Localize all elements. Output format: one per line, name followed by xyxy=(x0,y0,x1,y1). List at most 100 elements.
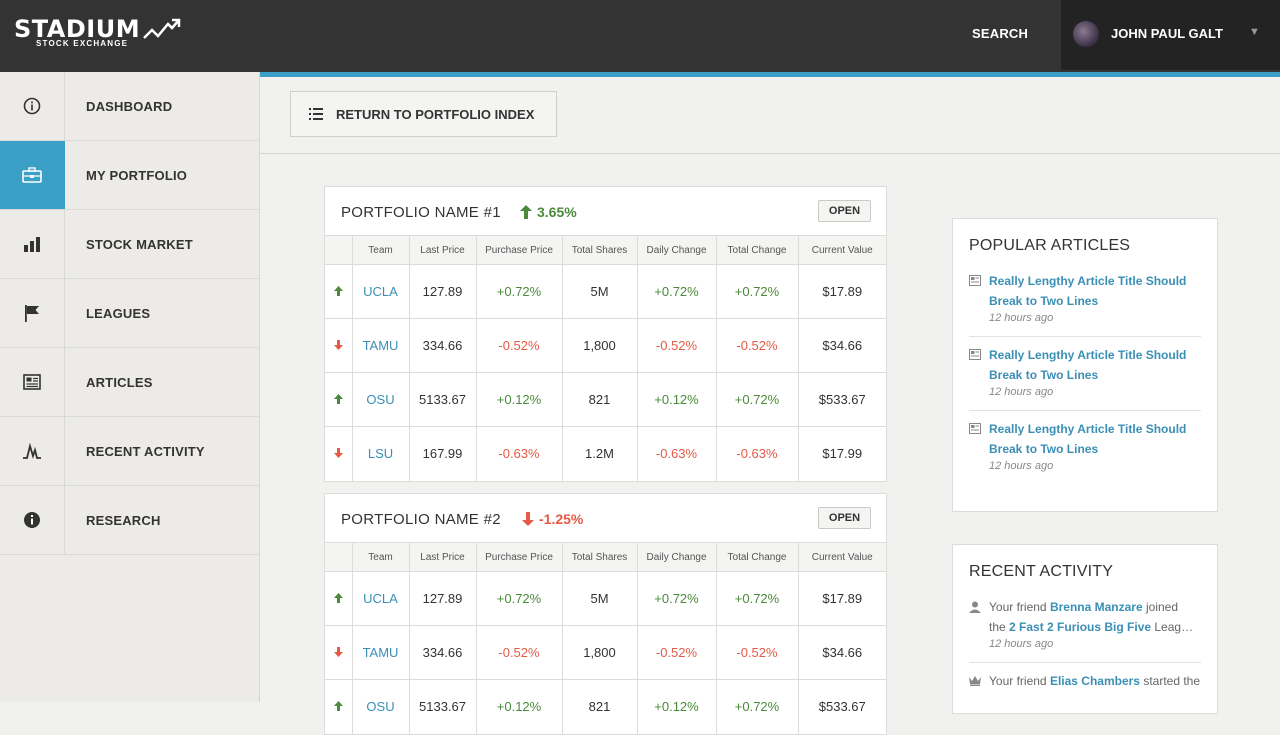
total-shares: 1.2M xyxy=(561,426,637,481)
newspaper-icon xyxy=(969,349,981,360)
team-link[interactable]: TAMU xyxy=(351,318,409,373)
purchase-price: +0.12% xyxy=(475,679,562,734)
column-header: Daily Change xyxy=(636,235,716,265)
article-time: 12 hours ago xyxy=(989,460,1054,472)
team-link[interactable]: OSU xyxy=(351,679,409,734)
article-link[interactable]: Really Lengthy Article Title Should Break… xyxy=(989,345,1201,385)
top-bar: STADIUM STOCK EXCHANGE SEARCH JOHN PAUL … xyxy=(0,0,1280,72)
table-row[interactable]: TAMU 334.66 -0.52% 1,800 -0.52% -0.52% $… xyxy=(325,318,886,373)
purchase-price: -0.52% xyxy=(475,625,562,680)
open-button[interactable]: OPEN xyxy=(818,200,871,222)
table-row[interactable]: TAMU 334.66 -0.52% 1,800 -0.52% -0.52% $… xyxy=(325,625,886,680)
column-header: Purchase Price xyxy=(475,235,562,265)
arrow-down-icon xyxy=(325,625,352,680)
arrow-up-icon xyxy=(325,679,352,734)
sidebar-item-leagues[interactable]: LEAGUES xyxy=(0,279,259,348)
table-row[interactable]: UCLA 127.89 +0.72% 5M +0.72% +0.72% $17.… xyxy=(325,571,886,626)
team-link[interactable]: UCLA xyxy=(351,264,409,319)
sidebar-item-articles[interactable]: ARTICLES xyxy=(0,348,259,417)
current-value: $34.66 xyxy=(797,625,886,680)
holdings-table: Team Last Price Purchase Price Total Sha… xyxy=(325,235,886,481)
last-price: 127.89 xyxy=(408,571,476,626)
current-value: $17.89 xyxy=(797,571,886,626)
daily-change: +0.12% xyxy=(636,679,716,734)
daily-change: +0.72% xyxy=(636,264,716,319)
list-item: Really Lengthy Article Title Should Break… xyxy=(969,337,1201,411)
column-header: Last Price xyxy=(408,235,476,265)
activity-time: 12 hours ago xyxy=(989,638,1054,650)
column-header: Current Value xyxy=(797,235,886,265)
article-time: 12 hours ago xyxy=(989,386,1054,398)
column-header: Team xyxy=(351,542,409,572)
article-link[interactable]: Really Lengthy Article Title Should Break… xyxy=(989,271,1201,311)
total-shares: 5M xyxy=(561,571,637,626)
total-change: +0.72% xyxy=(715,571,798,626)
sidebar-item-my-portfolio[interactable]: MY PORTFOLIO xyxy=(0,141,259,210)
table-row[interactable]: UCLA 127.89 +0.72% 5M +0.72% +0.72% $17.… xyxy=(325,264,886,319)
total-shares: 1,800 xyxy=(561,318,637,373)
friend-link[interactable]: Elias Chambers xyxy=(1050,674,1140,688)
return-to-portfolio-index-button[interactable]: RETURN TO PORTFOLIO INDEX xyxy=(290,91,557,137)
chevron-down-icon[interactable]: ▼ xyxy=(1249,26,1260,38)
current-value: $17.89 xyxy=(797,264,886,319)
table-row[interactable]: LSU 167.99 -0.63% 1.2M -0.63% -0.63% $17… xyxy=(325,426,886,481)
team-link[interactable]: OSU xyxy=(351,372,409,427)
list-item: Your friend Elias Chambers started the xyxy=(969,663,1201,703)
sidebar-item-dashboard[interactable]: DASHBOARD xyxy=(0,72,259,141)
portfolio-change: 3.65% xyxy=(520,204,577,220)
search-link[interactable]: SEARCH xyxy=(972,26,1028,41)
arrow-up-icon xyxy=(325,372,352,427)
brand-logo[interactable]: STADIUM STOCK EXCHANGE xyxy=(14,16,182,48)
column-header: Total Shares xyxy=(561,542,637,572)
sidebar-item-label: DASHBOARD xyxy=(86,99,173,114)
total-shares: 821 xyxy=(561,372,637,427)
total-change: -0.63% xyxy=(715,426,798,481)
last-price: 127.89 xyxy=(408,264,476,319)
team-link[interactable]: LSU xyxy=(351,426,409,481)
current-value: $533.67 xyxy=(797,372,886,427)
league-link[interactable]: 2 Fast 2 Furious Big Five xyxy=(1009,620,1151,634)
table-row[interactable]: OSU 5133.67 +0.12% 821 +0.12% +0.72% $53… xyxy=(325,679,886,734)
current-value: $17.99 xyxy=(797,426,886,481)
team-link[interactable]: TAMU xyxy=(351,625,409,680)
column-header: Total Shares xyxy=(561,235,637,265)
last-price: 5133.67 xyxy=(408,679,476,734)
holdings-table: Team Last Price Purchase Price Total Sha… xyxy=(325,542,886,734)
total-shares: 1,800 xyxy=(561,625,637,680)
sidebar-item-research[interactable]: RESEARCH xyxy=(0,486,259,555)
sidebar-item-label: RESEARCH xyxy=(86,513,161,528)
list-item: Really Lengthy Article Title Should Break… xyxy=(969,411,1201,484)
column-header: Current Value xyxy=(797,542,886,572)
bar-chart-icon xyxy=(0,210,65,278)
total-change: +0.72% xyxy=(715,264,798,319)
info-circle-icon xyxy=(0,72,65,140)
sidebar-item-recent-activity[interactable]: RECENT ACTIVITY xyxy=(0,417,259,486)
friend-link[interactable]: Brenna Manzare xyxy=(1050,600,1143,614)
user-menu[interactable]: JOHN PAUL GALT ▼ xyxy=(1061,0,1280,70)
article-link[interactable]: Really Lengthy Article Title Should Break… xyxy=(989,419,1201,459)
arrow-down-icon xyxy=(325,426,352,481)
current-value: $34.66 xyxy=(797,318,886,373)
panel-title: RECENT ACTIVITY xyxy=(969,563,1114,580)
purchase-price: +0.72% xyxy=(475,264,562,319)
user-icon xyxy=(969,601,981,613)
avatar xyxy=(1073,21,1099,47)
newspaper-icon xyxy=(969,275,981,286)
return-button-label: RETURN TO PORTFOLIO INDEX xyxy=(336,106,535,122)
table-row[interactable]: OSU 5133.67 +0.12% 821 +0.12% +0.72% $53… xyxy=(325,372,886,427)
activity-icon xyxy=(0,417,65,485)
last-price: 334.66 xyxy=(408,318,476,373)
last-price: 334.66 xyxy=(408,625,476,680)
column-header: Total Change xyxy=(715,235,798,265)
portfolio-name: PORTFOLIO NAME #2 xyxy=(341,511,501,528)
total-shares: 821 xyxy=(561,679,637,734)
column-header: Team xyxy=(351,235,409,265)
open-button[interactable]: OPEN xyxy=(818,507,871,529)
column-header: Daily Change xyxy=(636,542,716,572)
team-link[interactable]: UCLA xyxy=(351,571,409,626)
list-item: Your friend Brenna Manzare joined the 2 … xyxy=(969,589,1201,663)
sidebar-item-stock-market[interactable]: STOCK MARKET xyxy=(0,210,259,279)
purchase-price: -0.63% xyxy=(475,426,562,481)
arrow-down-icon xyxy=(522,512,534,526)
flag-icon xyxy=(0,279,65,347)
